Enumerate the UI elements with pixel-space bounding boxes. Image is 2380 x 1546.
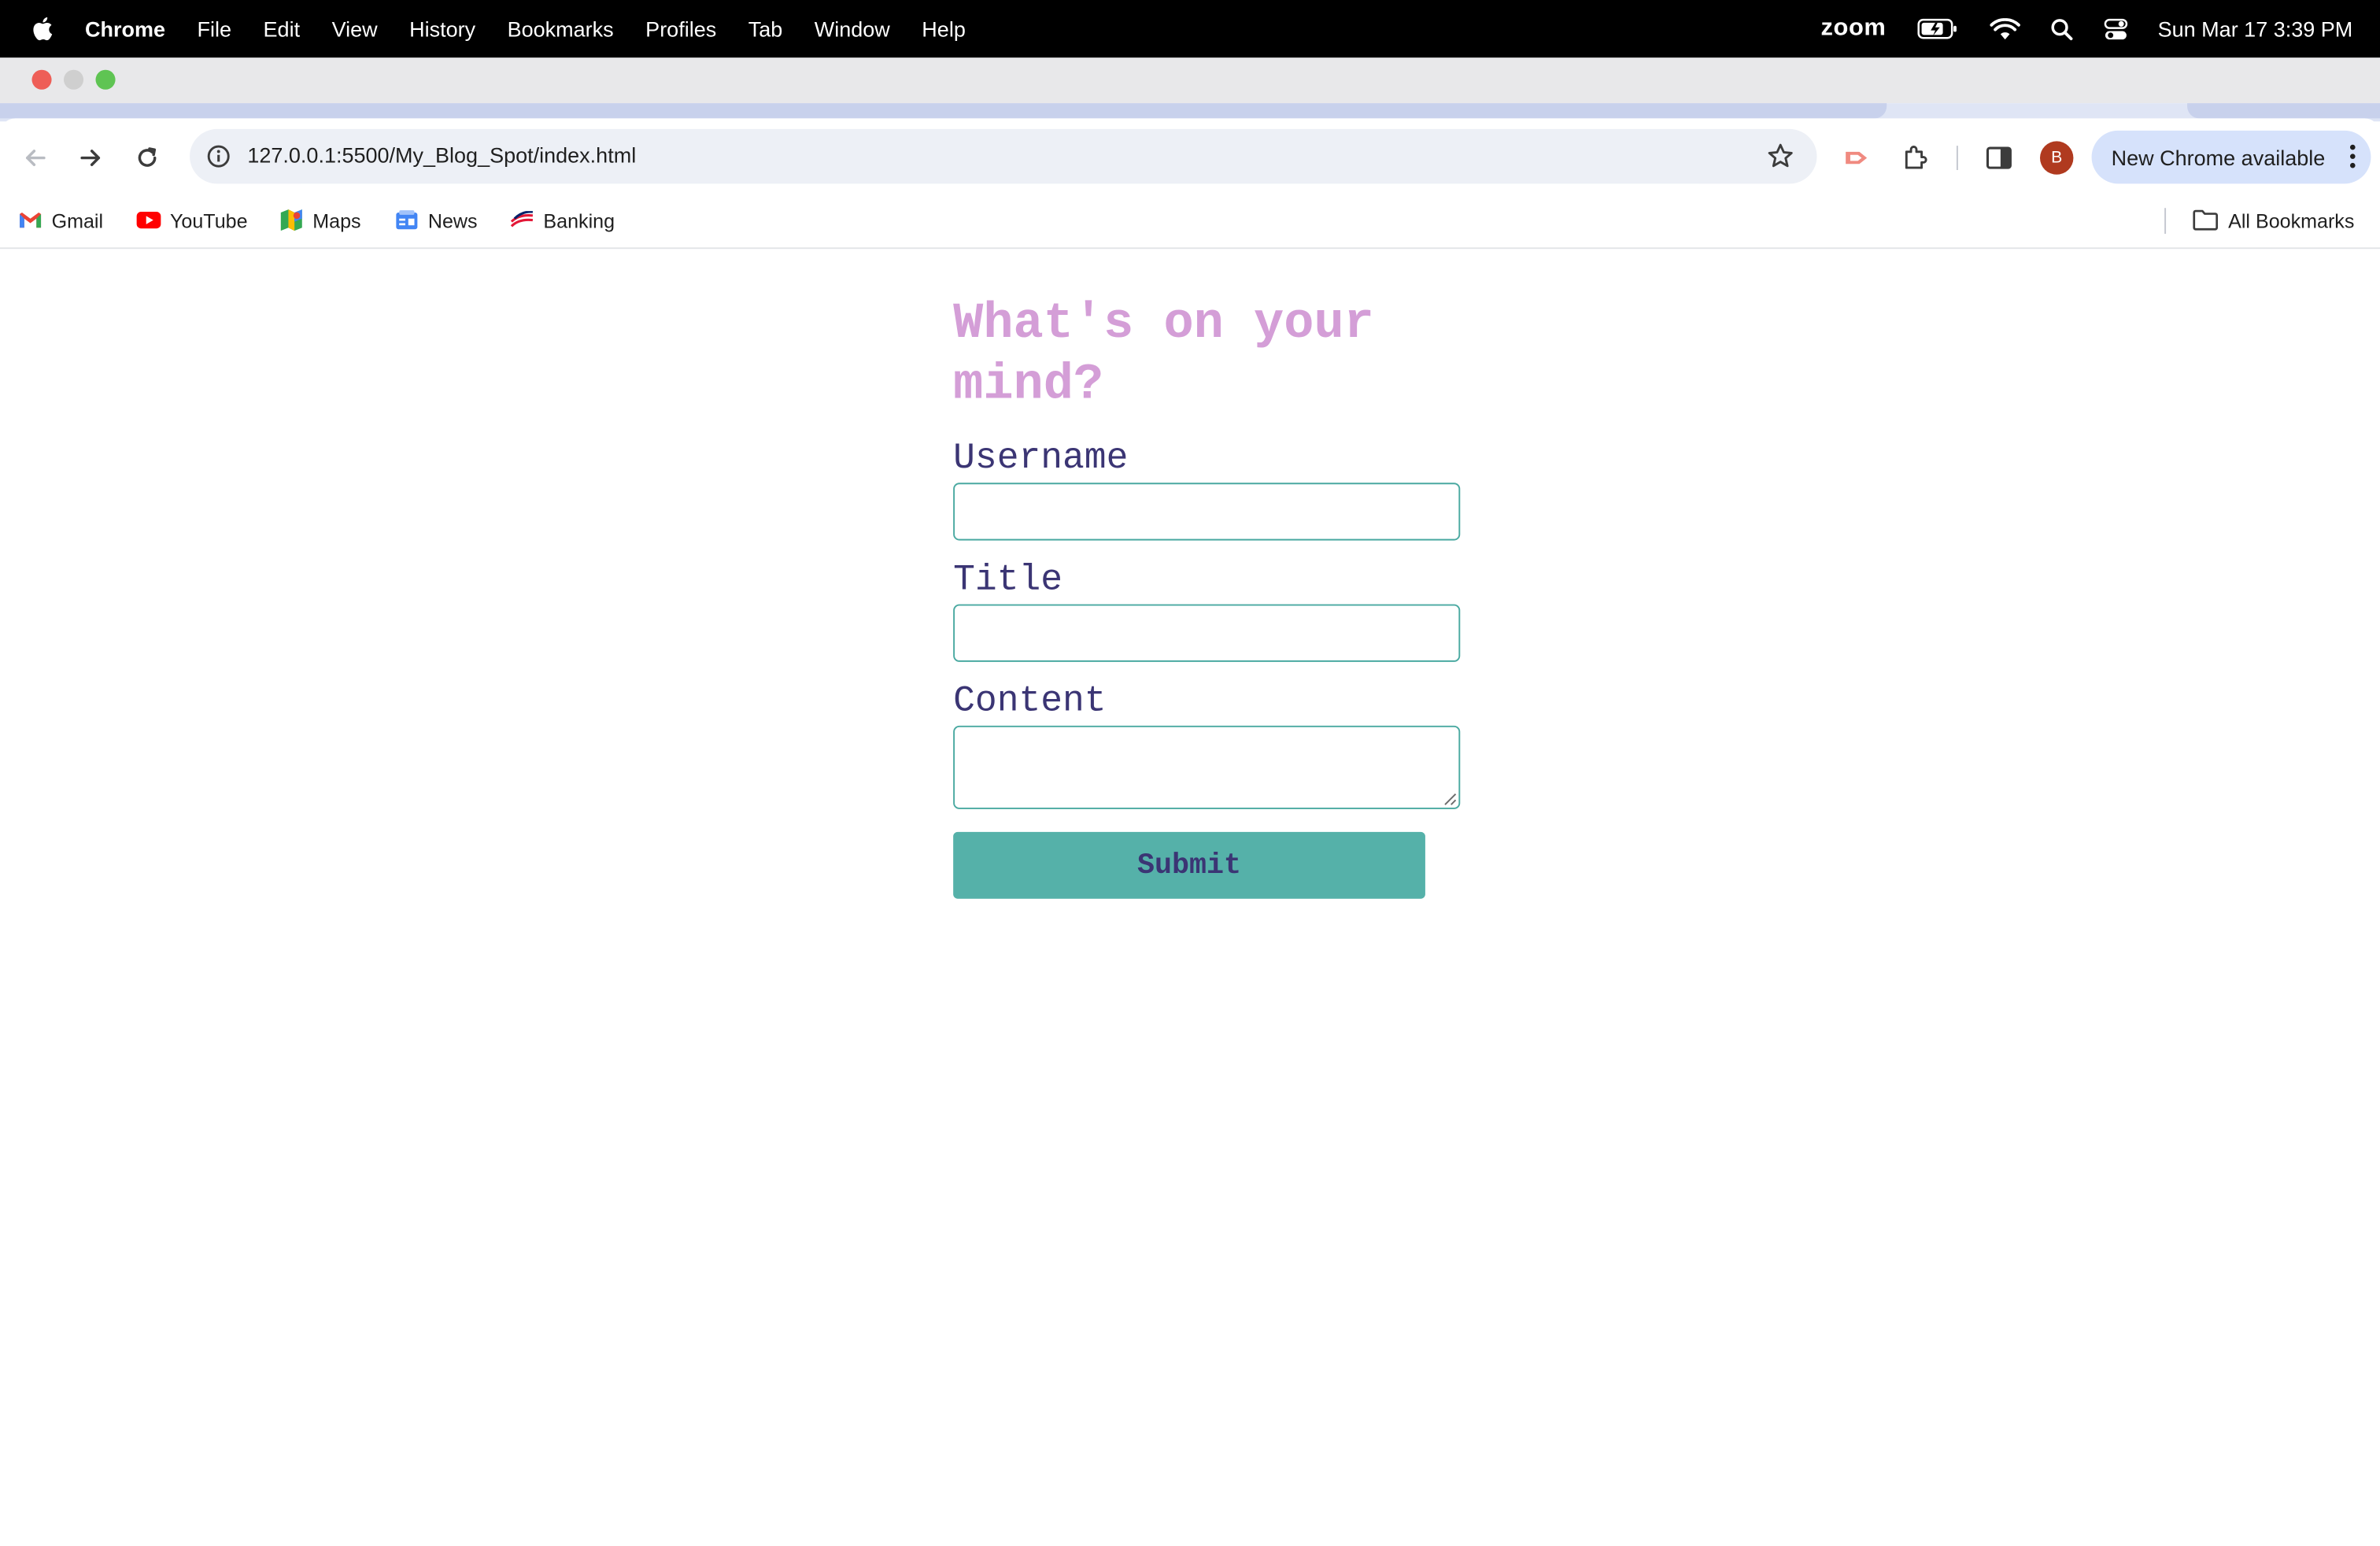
youtube-icon [136,208,161,232]
wifi-icon[interactable] [1989,17,2020,40]
extension-button[interactable] [1839,139,1876,176]
profile-avatar[interactable]: B [2039,141,2074,175]
resize-handle-icon[interactable] [1443,793,1457,806]
address-bar-url[interactable]: 127.0.0.1:5500/My_Blog_Spot/index.html [247,142,636,167]
more-menu-icon[interactable] [2349,144,2356,168]
apple-logo-icon[interactable] [31,15,58,43]
new-chrome-label: New Chrome available [2111,145,2326,170]
window-close-button[interactable] [31,69,52,90]
bookmarks-bar: Gmail YouTube Maps News Banking All Book… [0,197,2380,250]
username-input[interactable] [953,483,1461,541]
arrow-right-icon [80,150,101,166]
content-label: Content [953,681,1107,723]
browser-toolbar: 127.0.0.1:5500/My_Blog_Spot/index.html B [0,118,2380,198]
all-bookmarks-label: All Bookmarks [2228,209,2355,232]
menu-help[interactable]: Help [922,17,966,41]
menu-bookmarks[interactable]: Bookmarks [508,17,614,41]
gmail-icon [18,208,42,232]
maps-icon [279,208,304,232]
page-viewport: What's on your mind? Username Title Cont… [0,249,2380,1546]
reload-button[interactable] [129,139,165,176]
blog-post-form: What's on your mind? Username Title Cont… [953,294,1469,899]
window-titlebar [0,57,2380,104]
bookmark-youtube[interactable]: YouTube [136,208,248,232]
form-heading: What's on your mind? [953,296,1374,413]
new-chrome-available-button[interactable]: New Chrome available [2091,130,2371,184]
bookmarks-separator [2164,208,2167,234]
forward-button[interactable] [73,139,109,176]
all-bookmarks-button[interactable]: All Bookmarks [2192,208,2355,232]
extensions-button[interactable] [1898,139,1934,176]
address-bar[interactable]: 127.0.0.1:5500/My_Blog_Spot/index.html [190,128,1817,184]
window-fullscreen-button[interactable] [95,69,116,90]
folder-icon [2192,208,2219,232]
menu-app-chrome[interactable]: Chrome [85,17,165,41]
bank-of-america-icon [510,208,534,232]
toolbar-separator [1956,146,1958,170]
bookmark-news[interactable]: News [394,208,478,232]
title-label: Title [953,560,1063,601]
zoom-status-item[interactable]: zoom [1821,15,1887,43]
menu-view[interactable]: View [332,17,378,41]
content-textarea[interactable] [953,725,1461,809]
menu-file[interactable]: File [198,17,232,41]
window-minimize-button[interactable] [63,69,84,90]
menu-bar-clock[interactable]: Sun Mar 17 3:39 PM [2158,17,2353,41]
submit-button[interactable]: Submit [953,831,1425,899]
active-tab-edge[interactable] [0,103,1887,119]
menu-tab[interactable]: Tab [748,17,783,41]
bookmark-gmail[interactable]: Gmail [18,208,103,232]
bookmark-banking[interactable]: Banking [510,208,615,232]
reload-icon [138,147,157,167]
puzzle-piece-icon [1905,146,1927,169]
bookmark-star-icon[interactable] [1765,141,1796,172]
bookmark-label: Banking [543,209,615,232]
bookmark-label: Gmail [51,209,104,232]
menu-history[interactable]: History [409,17,475,41]
macos-menu-bar: Chrome File Edit View History Bookmarks … [0,0,2380,58]
menu-edit[interactable]: Edit [264,17,301,41]
bookmark-label: YouTube [169,209,248,232]
bookmark-maps[interactable]: Maps [279,208,361,232]
side-panel-icon [1986,146,2012,169]
title-input[interactable] [953,604,1461,662]
bookmark-label: News [427,209,478,232]
control-center-icon[interactable] [2103,17,2127,40]
site-info-icon[interactable] [205,142,232,170]
video-extension-icon [1846,151,1868,165]
back-button[interactable] [17,139,53,176]
arrow-left-icon [25,150,46,166]
username-label: Username [953,438,1129,480]
bookmark-label: Maps [312,209,361,232]
inactive-tab-edge[interactable] [2187,103,2380,119]
menu-profiles[interactable]: Profiles [645,17,716,41]
battery-icon[interactable] [1916,18,1959,39]
menu-window[interactable]: Window [815,17,890,41]
news-icon [394,208,419,232]
side-panel-button[interactable] [1981,139,2017,176]
spotlight-search-icon[interactable] [2050,17,2073,40]
